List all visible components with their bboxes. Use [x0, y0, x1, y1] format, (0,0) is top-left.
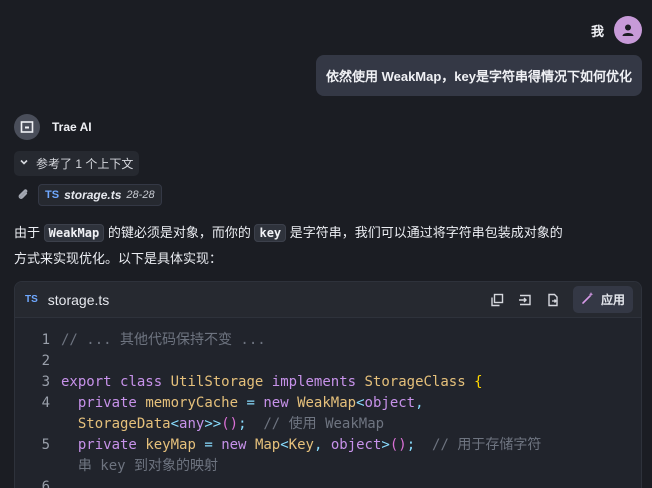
assistant-paragraph: 由于 WeakMap 的键必须是对象，而你的 key 是字符串，我们可以通过将字… — [14, 220, 638, 272]
trae-logo-icon — [14, 114, 40, 140]
ts-file-icon: TS — [45, 189, 60, 201]
paperclip-icon — [16, 187, 30, 204]
file-reference-row: TS storage.ts 28-28 — [16, 184, 162, 206]
code-text: 串 key 到对象的映射 — [61, 458, 219, 474]
code-text: // ... 其他代码保持不变 ... — [61, 332, 266, 348]
user-avatar-icon — [614, 16, 642, 44]
code-line: 4 private memoryCache = new WeakMap<obje… — [15, 393, 641, 414]
line-number — [15, 414, 61, 435]
line-number: 4 — [41, 395, 50, 411]
copy-icon[interactable] — [489, 292, 505, 308]
code-text: private memoryCache = new WeakMap<object… — [77, 395, 424, 411]
para-text-2: 的键必须是对象，而你的 — [107, 225, 251, 240]
code-line: 串 key 到对象的映射 — [15, 456, 641, 477]
inline-code-key: key — [254, 224, 287, 242]
para-text-3: 是字符串，我们可以通过将字符串包装成对象的 — [289, 225, 563, 240]
code-block-filename: storage.ts — [47, 291, 110, 308]
file-reference-name: storage.ts — [64, 188, 122, 202]
para-text-4: 方式来实现优化。以下是具体实现： — [14, 251, 223, 266]
line-number: 2 — [41, 353, 50, 369]
user-header: 我 — [591, 16, 642, 44]
code-block-toolbar: 应用 — [489, 286, 633, 313]
references-label: 参考了 1 个上下文 — [36, 157, 134, 171]
code-text: private keyMap = new Map<Key, object>();… — [77, 437, 542, 453]
code-line: 3 export class UtilStorage implements St… — [15, 372, 641, 393]
line-number — [15, 456, 61, 477]
assistant-header: Trae AI — [14, 114, 92, 140]
para-text-1: 由于 — [14, 225, 41, 240]
apply-button[interactable]: 应用 — [572, 286, 633, 313]
code-line: 2 — [15, 351, 641, 372]
user-message: 依然使用 WeakMap，key是字符串得情况下如何优化 — [315, 55, 642, 96]
file-reference-chip[interactable]: TS storage.ts 28-28 — [38, 184, 162, 206]
code-text: StorageData<any>>(); // 使用 WeakMap — [77, 416, 385, 432]
inline-code-weakmap: WeakMap — [43, 224, 105, 242]
assistant-name: Trae AI — [52, 120, 92, 134]
code-body[interactable]: 1 // ... 其他代码保持不变 ... 2 3 export class U… — [15, 318, 641, 488]
user-name: 我 — [590, 23, 604, 39]
line-number: 6 — [41, 479, 50, 488]
ts-file-icon: TS — [25, 294, 38, 305]
apply-label: 应用 — [600, 293, 625, 307]
file-reference-range: 28-28 — [126, 189, 155, 201]
chevron-down-icon — [18, 156, 30, 171]
new-file-icon[interactable] — [545, 292, 561, 308]
code-text: export class UtilStorage implements Stor… — [61, 374, 483, 390]
insert-icon[interactable] — [517, 292, 533, 308]
apply-wand-icon — [581, 291, 595, 308]
code-line: 6 — [15, 477, 641, 488]
line-number: 1 — [41, 332, 50, 348]
line-number: 5 — [41, 437, 50, 453]
code-block: TS storage.ts 应用 1 // ... 其他代码保持不变 ... 2… — [14, 281, 642, 488]
line-number: 3 — [41, 374, 50, 390]
references-toggle[interactable]: 参考了 1 个上下文 — [14, 151, 140, 176]
code-line: 1 // ... 其他代码保持不变 ... — [15, 330, 641, 351]
code-line: StorageData<any>>(); // 使用 WeakMap — [15, 414, 641, 435]
code-block-header: TS storage.ts 应用 — [15, 282, 641, 318]
code-line: 5 private keyMap = new Map<Key, object>(… — [15, 435, 641, 456]
